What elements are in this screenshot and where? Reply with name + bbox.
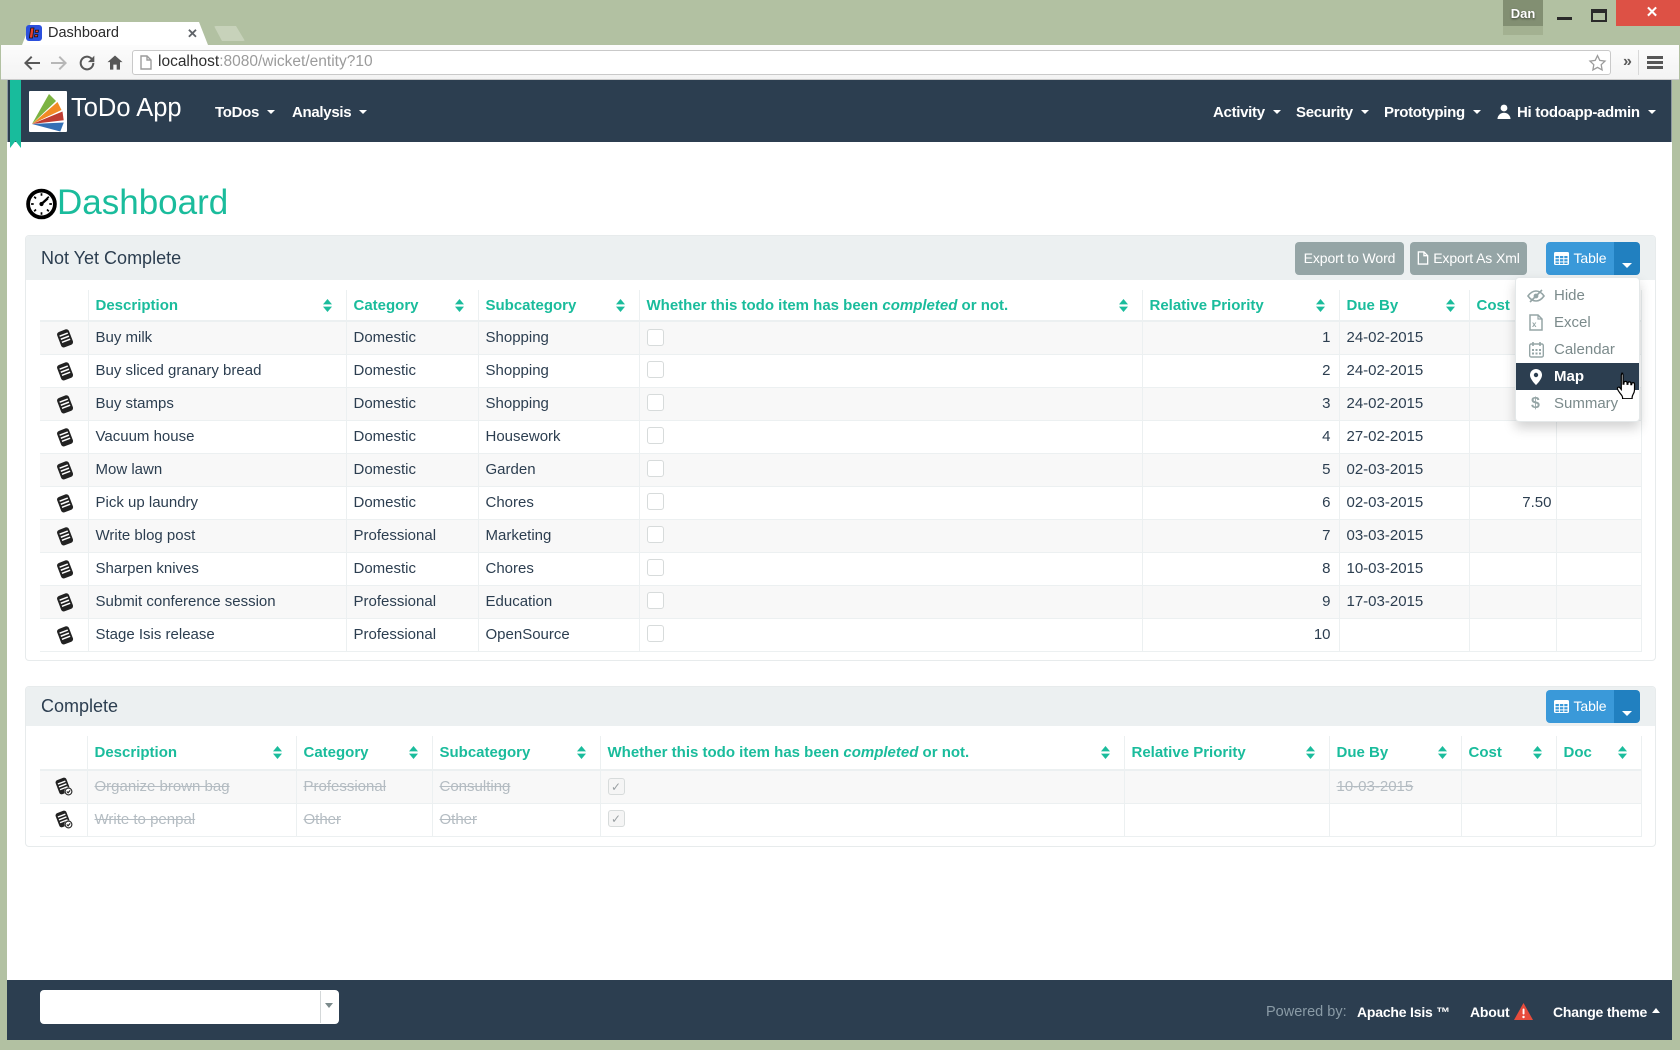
svg-text:x: x (1532, 320, 1537, 329)
